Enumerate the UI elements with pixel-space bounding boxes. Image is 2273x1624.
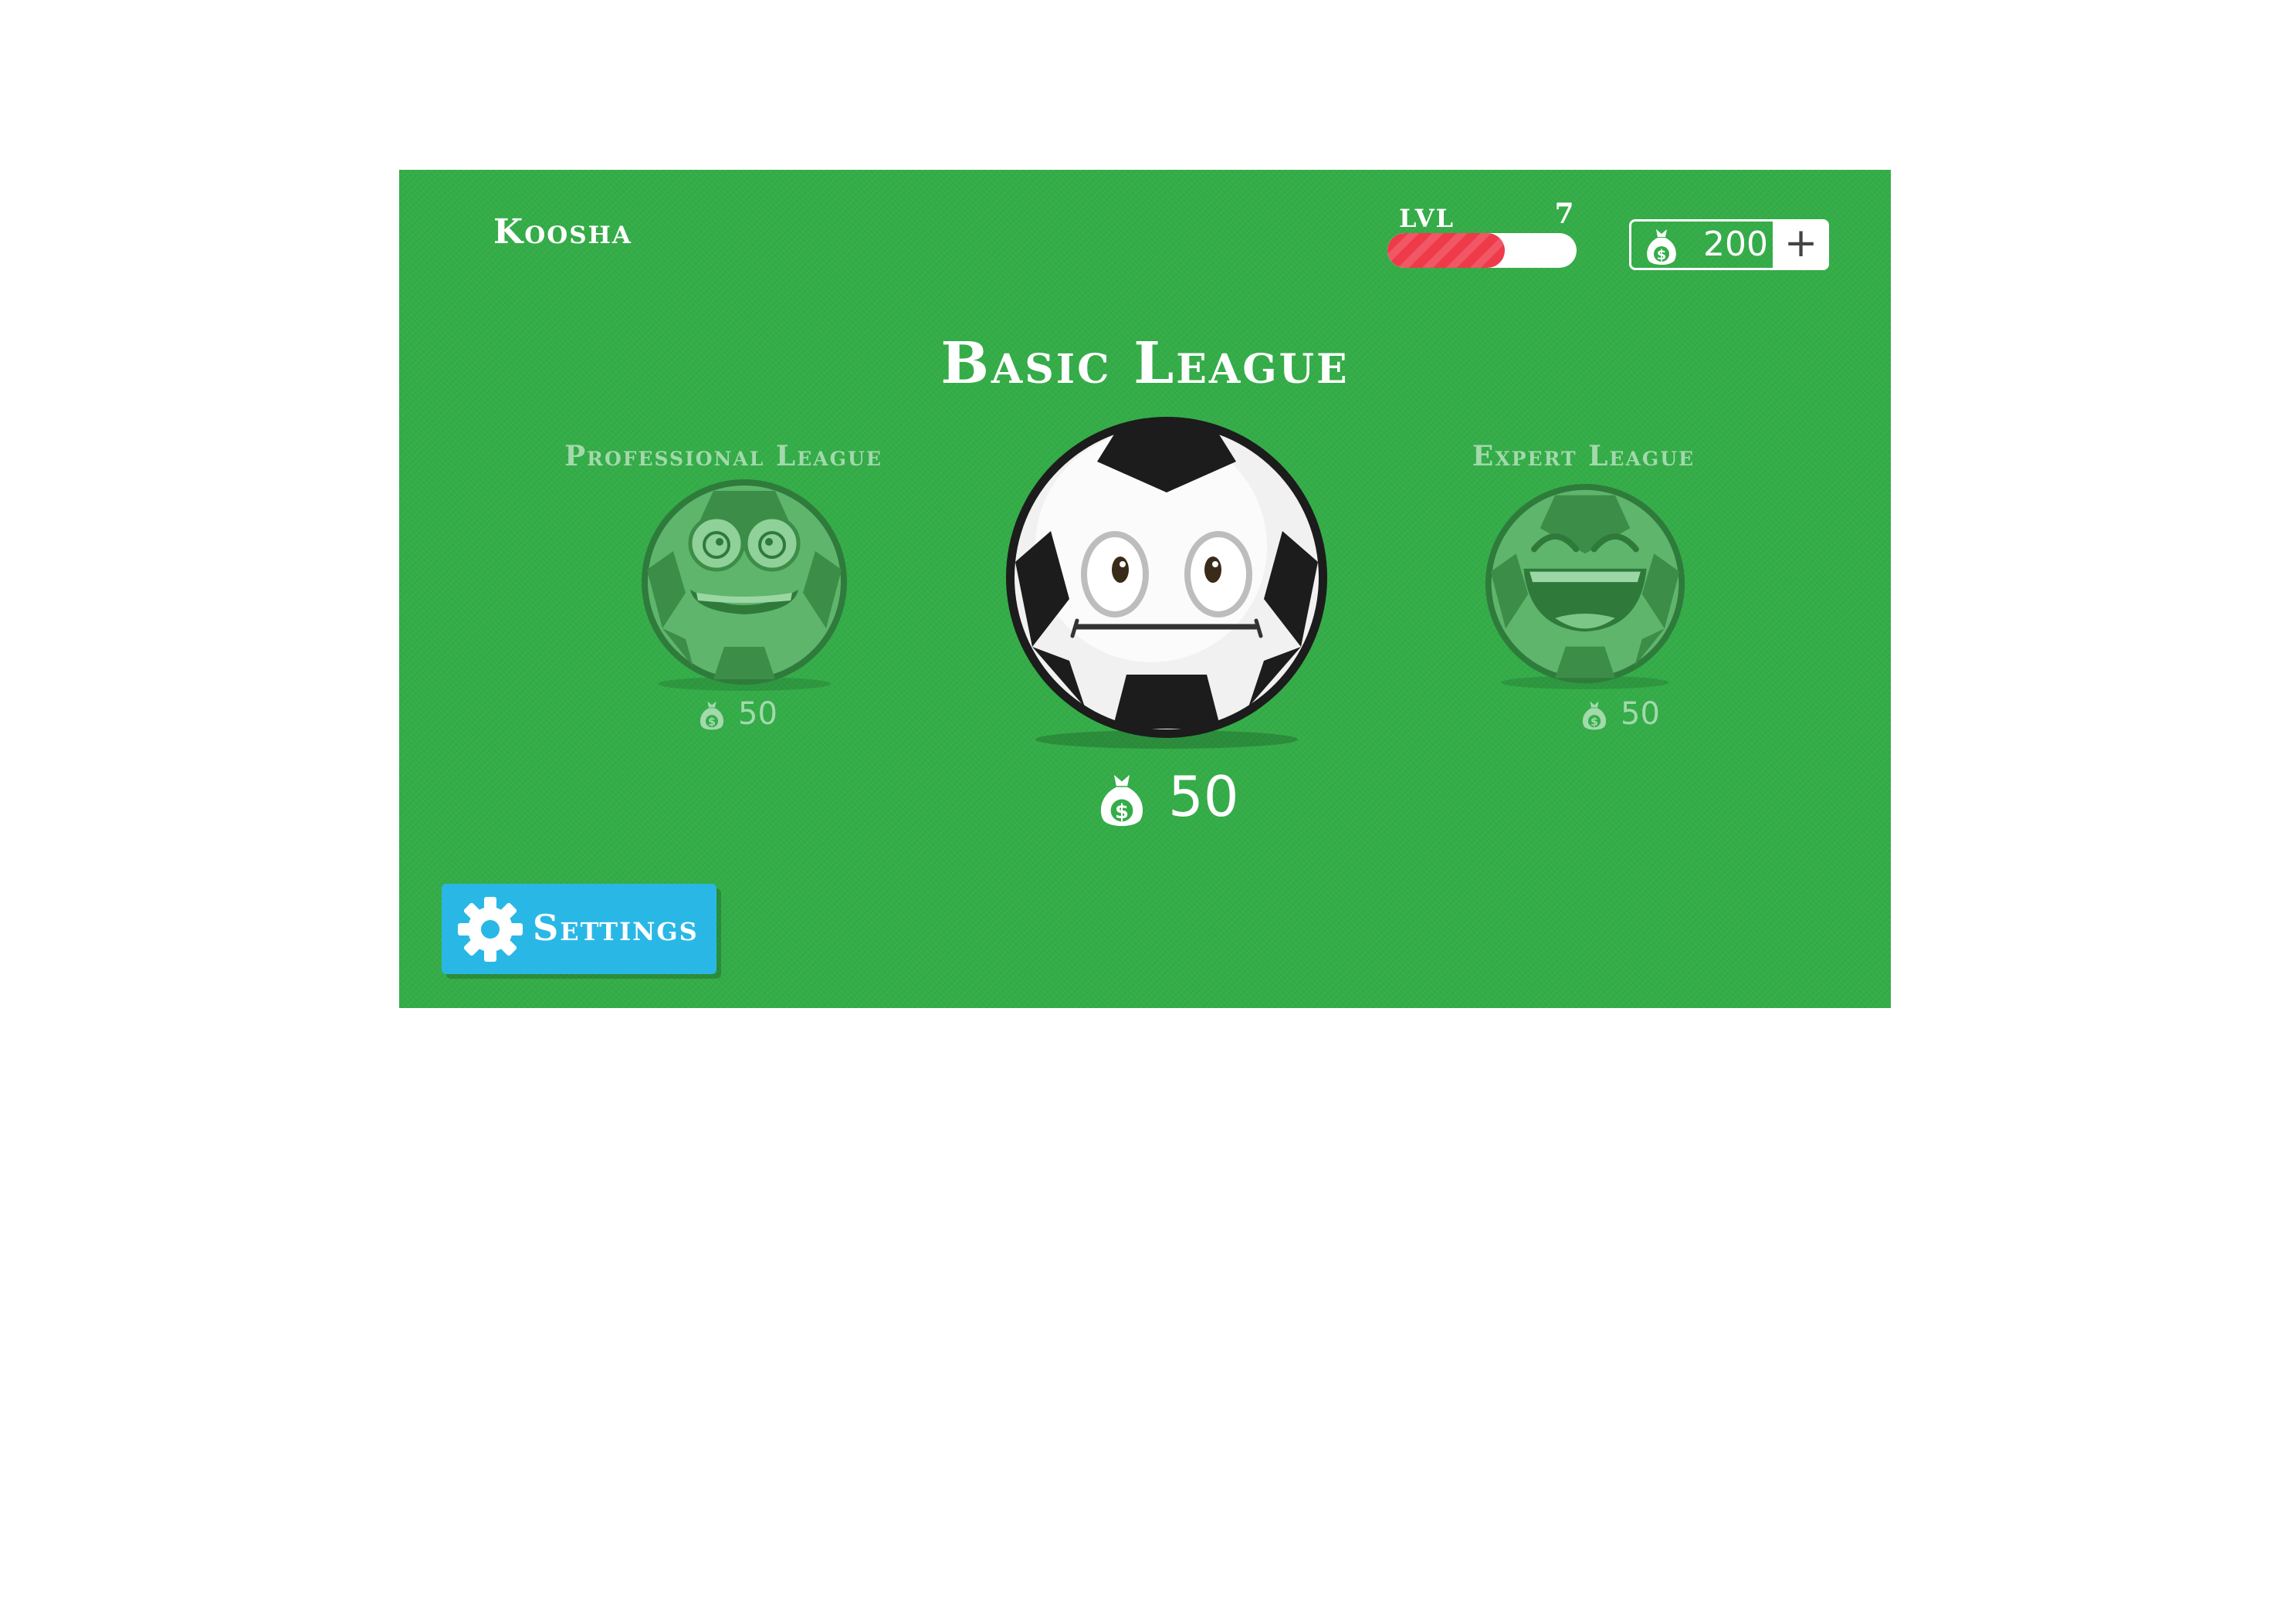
professional-league-price-value: 50	[738, 696, 777, 732]
level-label: LVL	[1399, 204, 1455, 233]
svg-text:$: $	[708, 716, 716, 729]
svg-text:$: $	[1115, 801, 1129, 824]
basic-league-ball[interactable]	[1004, 415, 1329, 755]
level-value: 7	[1554, 198, 1576, 230]
player-name: Koosha	[493, 212, 632, 252]
professional-league-ball[interactable]	[639, 477, 849, 693]
coin-amount: 200	[1703, 225, 1768, 264]
expert-league-price: $ 50	[1579, 696, 1660, 733]
professional-league-title[interactable]: Professional League	[554, 440, 893, 472]
expert-league-ball[interactable]	[1483, 480, 1687, 693]
expert-league-title[interactable]: Expert League	[1429, 440, 1738, 472]
coin-counter: $ 200 +	[1629, 219, 1829, 270]
money-bag-icon: $	[1582, 701, 1607, 730]
money-bag-icon: $	[700, 701, 724, 730]
svg-text:$: $	[1657, 247, 1667, 263]
add-coins-button[interactable]: +	[1773, 219, 1829, 270]
level-progress-bar	[1387, 233, 1577, 268]
settings-label: Settings	[533, 907, 699, 949]
game-screen: Koosha LVL 7 $ 200 + Basic League Profes…	[399, 170, 1891, 1008]
svg-text:$: $	[1590, 716, 1598, 729]
level-progress-fill	[1387, 233, 1505, 268]
current-league-title: Basic League	[940, 330, 1350, 397]
professional-league-price: $ 50	[696, 696, 777, 733]
basic-league-price-value: 50	[1168, 764, 1239, 829]
expert-league-price-value: 50	[1621, 696, 1660, 732]
settings-button[interactable]: Settings	[442, 884, 716, 974]
basic-league-price: $ 50	[1094, 766, 1239, 831]
gear-icon	[457, 896, 523, 966]
money-bag-icon: $	[1642, 226, 1681, 271]
money-bag-icon: $	[1100, 775, 1143, 827]
